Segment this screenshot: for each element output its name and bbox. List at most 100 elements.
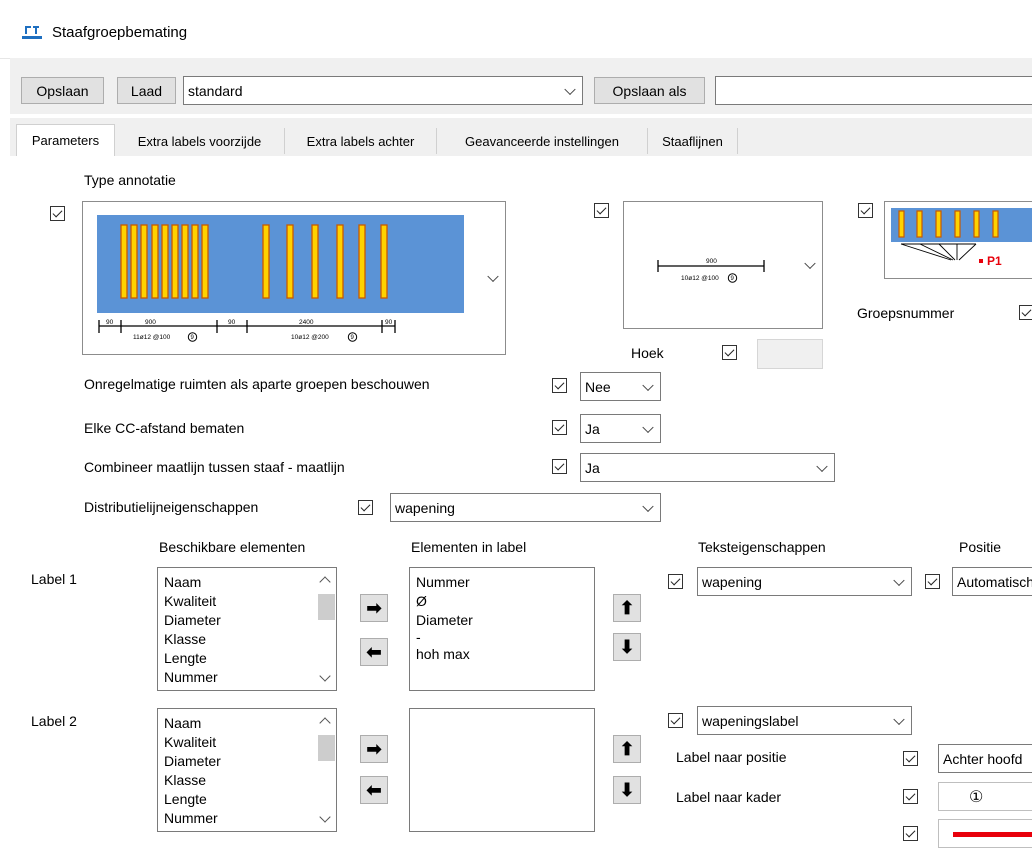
tab-parameters[interactable]: Parameters (16, 124, 115, 156)
scroll-thumb[interactable] (318, 735, 335, 761)
combine-dimension-checkbox[interactable] (552, 459, 567, 474)
distribution-line-checkbox[interactable] (358, 500, 373, 515)
annotation-type1-checkbox[interactable] (50, 206, 65, 221)
list-item[interactable]: Kwaliteit (158, 592, 336, 610)
label1-position-checkbox[interactable] (925, 574, 940, 589)
list-item[interactable]: Diameter (158, 751, 336, 771)
chevron-down-icon (564, 83, 576, 95)
label2-elements-list[interactable] (409, 708, 595, 832)
remove-from-label1-button[interactable]: ⬅ (360, 638, 388, 666)
list-item[interactable]: Diameter (158, 610, 336, 630)
list-item[interactable]: Klasse (158, 630, 336, 648)
combine-dimension-select[interactable]: Ja (580, 453, 835, 482)
annotation-type3-checkbox[interactable] (858, 203, 873, 218)
label2-available-list[interactable]: Naam Kwaliteit Diameter Klasse Lengte Nu… (157, 708, 337, 832)
add-to-label1-button[interactable]: ➡ (360, 594, 388, 622)
tab-extra-labels-back[interactable]: Extra labels achter (285, 128, 437, 154)
save-button[interactable]: Opslaan (21, 77, 104, 104)
remove-from-label2-button[interactable]: ⬅ (360, 776, 388, 804)
label-to-position-value: Achter hoofd (943, 750, 1023, 767)
move-up-label2-button[interactable]: ⬆ (613, 735, 641, 763)
scroll-thumb[interactable] (318, 594, 335, 620)
annotation-type2-select[interactable]: 900 10ø12 @100 9 (623, 201, 823, 329)
arrow-up-icon: ⬆ (619, 738, 635, 759)
save-as-button[interactable]: Opslaan als (594, 77, 705, 104)
group-number-checkbox[interactable] (1019, 305, 1032, 320)
list-item[interactable]: Naam (158, 713, 336, 733)
label2-text-props-checkbox[interactable] (668, 713, 683, 728)
angle-checkbox[interactable] (722, 345, 737, 360)
group-number-label: Groepsnummer (857, 305, 955, 321)
list-item[interactable]: Kwaliteit (158, 733, 336, 751)
chevron-down-icon (893, 713, 905, 725)
label-to-frame-checkbox[interactable] (903, 789, 918, 804)
irregular-spacing-checkbox[interactable] (552, 378, 567, 393)
label1-position-select[interactable]: Automatisch (952, 567, 1032, 596)
angle-input[interactable] (757, 339, 823, 369)
list-item[interactable]: hoh max (410, 644, 594, 664)
label1-elements-list[interactable]: Nummer Ø Diameter - hoh max (409, 567, 595, 691)
annotation-type2-checkbox[interactable] (594, 203, 609, 218)
move-up-label1-button[interactable]: ⬆ (613, 594, 641, 622)
dim-label: 90 (385, 319, 393, 326)
distribution-line-label: Distributielijneigenschappen (84, 499, 259, 515)
cc-distance-checkbox[interactable] (552, 420, 567, 435)
text-properties-heading: Teksteigenschappen (698, 539, 826, 555)
irregular-spacing-select[interactable]: Nee (580, 372, 661, 401)
scroll-up-icon[interactable] (319, 717, 331, 729)
tab-advanced-settings[interactable]: Geavanceerde instellingen (437, 128, 648, 154)
position-heading: Positie (959, 539, 1002, 555)
irregular-spacing-label: Onregelmatige ruimten als aparte groepen… (84, 376, 430, 392)
list-item[interactable]: Ø (410, 592, 594, 610)
scroll-up-icon[interactable] (319, 576, 331, 588)
line-color-select[interactable] (938, 819, 1032, 848)
chevron-down-icon (893, 574, 905, 586)
frame-circle-icon: ① (969, 788, 984, 806)
add-to-label2-button[interactable]: ➡ (360, 735, 388, 763)
label2-text-props-value: wapeningslabel (702, 712, 799, 729)
list-item[interactable]: Diameter (410, 610, 594, 630)
list-item[interactable]: Lengte (158, 648, 336, 668)
move-down-label2-button[interactable]: ⬇ (613, 776, 641, 804)
scrollbar[interactable] (316, 709, 336, 831)
distribution-line-select[interactable]: wapening (390, 493, 661, 522)
annotation-type-heading: Type annotatie (84, 172, 176, 188)
line-color-checkbox[interactable] (903, 826, 918, 841)
list-item[interactable]: - (410, 630, 594, 644)
red-line-swatch (953, 832, 1032, 837)
available-elements-heading: Beschikbare elementen (159, 539, 306, 555)
label1-text-props-checkbox[interactable] (668, 574, 683, 589)
list-item[interactable]: Nummer (158, 668, 336, 686)
label-to-position-select[interactable]: Achter hoofd (938, 744, 1032, 773)
scrollbar[interactable] (316, 568, 336, 690)
save-as-input[interactable] (715, 76, 1032, 105)
list-item[interactable]: Naam (158, 572, 336, 592)
annotation-type1-select[interactable]: 90 900 90 2400 90 11ø12 @100 10ø12 @200 … (82, 201, 506, 355)
move-down-label1-button[interactable]: ⬇ (613, 633, 641, 661)
list-item[interactable]: Nummer (158, 809, 336, 827)
tab-extra-labels-front[interactable]: Extra labels voorzijde (115, 128, 285, 154)
preset-select[interactable]: standard (183, 76, 583, 105)
chevron-down-icon (642, 379, 654, 391)
group-number-label: P1 (987, 254, 1002, 268)
annotation-type3-select[interactable]: P1 (884, 201, 1032, 279)
list-item[interactable]: Nummer (410, 572, 594, 592)
chevron-down-icon (816, 460, 828, 472)
load-button[interactable]: Laad (117, 77, 176, 104)
tab-bar-lines[interactable]: Staaflijnen (648, 128, 738, 154)
label1-text-props-select[interactable]: wapening (697, 567, 912, 596)
scroll-down-icon[interactable] (319, 811, 331, 823)
list-item[interactable]: Klasse (158, 771, 336, 789)
label1-position-value: Automatisch (957, 573, 1032, 590)
cc-distance-label: Elke CC-afstand bematen (84, 420, 245, 436)
arrow-down-icon: ⬇ (619, 636, 635, 657)
frame-type-select[interactable]: ① (938, 782, 1032, 811)
label2-text-props-select[interactable]: wapeningslabel (697, 706, 912, 735)
list-item[interactable]: Lengte (158, 789, 336, 809)
cc-distance-select[interactable]: Ja (580, 414, 661, 443)
label1-available-list[interactable]: Naam Kwaliteit Diameter Klasse Lengte Nu… (157, 567, 337, 691)
combine-dimension-value: Ja (585, 459, 600, 476)
dim-label: 90 (228, 319, 236, 326)
scroll-down-icon[interactable] (319, 670, 331, 682)
label-to-position-checkbox[interactable] (903, 751, 918, 766)
